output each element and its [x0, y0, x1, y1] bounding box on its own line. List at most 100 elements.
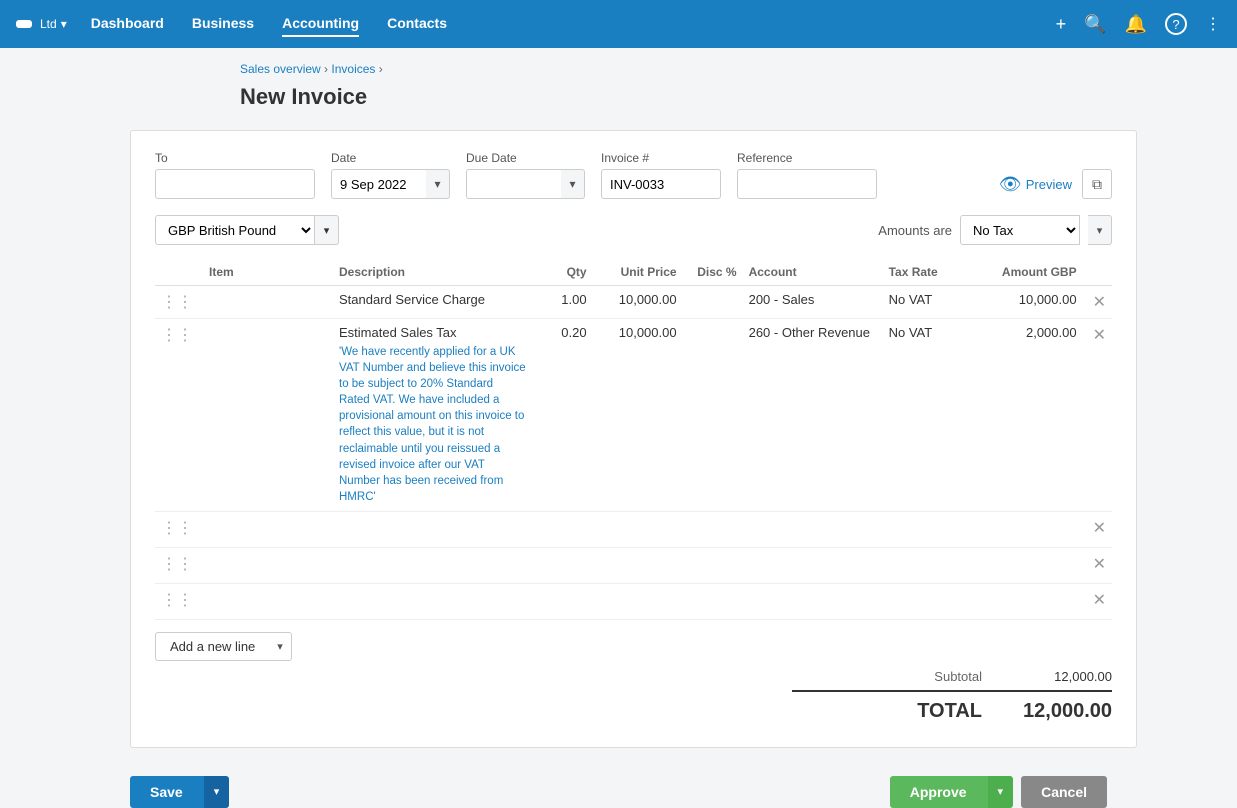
- cell-unit-price: 10,000.00: [593, 319, 683, 512]
- cell-item: [203, 547, 333, 583]
- cell-tax-rate: No VAT: [883, 319, 983, 512]
- remove-row-button[interactable]: ✕: [1089, 294, 1106, 311]
- amounts-are-select[interactable]: No Tax Tax Exclusive Tax Inclusive: [960, 215, 1080, 245]
- currency-dropdown-arrow[interactable]: ▾: [315, 215, 339, 245]
- table-row: ⋮⋮ Estimated Sales Tax 'We have recently…: [155, 319, 1112, 512]
- cell-tax-rate: [883, 583, 983, 619]
- cell-account: 260 - Other Revenue: [743, 319, 883, 512]
- add-line-dropdown-button[interactable]: ▾: [269, 632, 292, 661]
- cell-description: Estimated Sales Tax 'We have recently ap…: [333, 319, 533, 512]
- total-divider: [792, 690, 1112, 692]
- col-header-remove: [1083, 259, 1112, 286]
- due-date-calendar-button[interactable]: ▾: [561, 169, 585, 199]
- add-line-row: Add a new line ▾: [155, 632, 1112, 661]
- approve-button[interactable]: Approve: [890, 776, 987, 808]
- cell-amount: [983, 547, 1083, 583]
- cell-account: [743, 511, 883, 547]
- nav-accounting[interactable]: Accounting: [282, 11, 359, 37]
- cell-amount: 2,000.00: [983, 319, 1083, 512]
- breadcrumb-sales-overview[interactable]: Sales overview: [240, 62, 321, 76]
- nav-links: Dashboard Business Accounting Contacts: [91, 11, 1056, 37]
- grid-icon[interactable]: ⋮: [1205, 14, 1221, 34]
- remove-row-button[interactable]: ✕: [1089, 327, 1106, 344]
- date-label: Date: [331, 151, 450, 165]
- breadcrumb-invoices[interactable]: Invoices: [331, 62, 375, 76]
- invoice-num-label: Invoice #: [601, 151, 721, 165]
- table-row: ⋮⋮ ✕: [155, 511, 1112, 547]
- bell-icon[interactable]: 🔔: [1125, 14, 1147, 35]
- save-button-group: Save ▾: [130, 776, 229, 808]
- due-date-input[interactable]: [466, 169, 561, 199]
- save-button[interactable]: Save: [130, 776, 203, 808]
- cell-account: [743, 583, 883, 619]
- remove-row-button[interactable]: ✕: [1089, 520, 1106, 537]
- currency-select[interactable]: GBP British Pound USD US Dollar EUR Euro: [155, 215, 315, 245]
- cell-description: [333, 583, 533, 619]
- reference-field-group: Reference: [737, 151, 877, 199]
- invoice-number-field-group: Invoice #: [601, 151, 721, 199]
- cell-unit-price: [593, 547, 683, 583]
- remove-row-button[interactable]: ✕: [1089, 592, 1106, 609]
- to-input[interactable]: [155, 169, 315, 199]
- cell-unit-price: [593, 511, 683, 547]
- preview-link[interactable]: 👁 Preview: [999, 174, 1072, 195]
- table-row: ⋮⋮ Standard Service Charge 1.00 10,000.0…: [155, 286, 1112, 319]
- drag-handle[interactable]: ⋮⋮: [161, 327, 197, 344]
- top-navigation: Ltd ▾ Dashboard Business Accounting Cont…: [0, 0, 1237, 48]
- cell-disc: [683, 319, 743, 512]
- add-icon[interactable]: +: [1056, 14, 1067, 35]
- cell-unit-price: [593, 583, 683, 619]
- cell-tax-rate: No VAT: [883, 286, 983, 319]
- total-label: TOTAL: [917, 700, 982, 723]
- total-row: TOTAL 12,000.00: [917, 700, 1112, 723]
- date-calendar-button[interactable]: ▾: [426, 169, 450, 199]
- cancel-button[interactable]: Cancel: [1021, 776, 1107, 808]
- reference-input[interactable]: [737, 169, 877, 199]
- row-note: 'We have recently applied for a UK VAT N…: [339, 344, 527, 505]
- subtotal-label: Subtotal: [934, 669, 982, 684]
- col-header-disc: Disc %: [683, 259, 743, 286]
- drag-handle[interactable]: ⋮⋮: [161, 294, 197, 311]
- col-header-qty: Qty: [533, 259, 593, 286]
- search-icon[interactable]: 🔍: [1084, 14, 1106, 35]
- nav-contacts[interactable]: Contacts: [387, 11, 447, 37]
- approve-dropdown-button[interactable]: ▾: [987, 776, 1014, 808]
- cell-description: [333, 511, 533, 547]
- description-text: Estimated Sales Tax: [339, 325, 527, 340]
- right-action-buttons: Approve ▾ Cancel: [890, 776, 1107, 808]
- page-footer: Save ▾ Approve ▾ Cancel: [0, 764, 1237, 808]
- cell-amount: [983, 511, 1083, 547]
- due-date-label: Due Date: [466, 151, 585, 165]
- invoice-form-row: To Date ▾ Due Date ▾ Invoice # Reference: [155, 151, 1112, 199]
- cell-tax-rate: [883, 547, 983, 583]
- page-title: New Invoice: [0, 80, 1237, 130]
- currency-select-group: GBP British Pound USD US Dollar EUR Euro…: [155, 215, 339, 245]
- help-icon[interactable]: ?: [1165, 13, 1187, 35]
- amounts-are-dropdown-arrow[interactable]: ▾: [1088, 215, 1112, 245]
- company-dropdown[interactable]: Ltd ▾: [40, 17, 67, 31]
- cell-qty: [533, 547, 593, 583]
- drag-handle[interactable]: ⋮⋮: [161, 556, 197, 573]
- reference-label: Reference: [737, 151, 877, 165]
- to-label: To: [155, 151, 315, 165]
- invoice-table: Item Description Qty Unit Price Disc % A…: [155, 259, 1112, 620]
- subtotal-value: 12,000.00: [1022, 669, 1112, 684]
- nav-dashboard[interactable]: Dashboard: [91, 11, 164, 37]
- invoice-num-input[interactable]: [601, 169, 721, 199]
- add-new-line-button[interactable]: Add a new line: [155, 632, 269, 661]
- cell-disc: [683, 583, 743, 619]
- nav-actions: + 🔍 🔔 ? ⋮: [1056, 13, 1221, 35]
- nav-business[interactable]: Business: [192, 11, 254, 37]
- cell-disc: [683, 511, 743, 547]
- drag-handle[interactable]: ⋮⋮: [161, 520, 197, 537]
- copy-button[interactable]: ⧉: [1082, 169, 1112, 199]
- cell-description: Standard Service Charge: [333, 286, 533, 319]
- table-row: ⋮⋮ ✕: [155, 547, 1112, 583]
- col-header-account: Account: [743, 259, 883, 286]
- cell-disc: [683, 547, 743, 583]
- date-input[interactable]: [331, 169, 426, 199]
- remove-row-button[interactable]: ✕: [1089, 556, 1106, 573]
- save-dropdown-button[interactable]: ▾: [203, 776, 230, 808]
- col-header-drag: [155, 259, 203, 286]
- drag-handle[interactable]: ⋮⋮: [161, 592, 197, 609]
